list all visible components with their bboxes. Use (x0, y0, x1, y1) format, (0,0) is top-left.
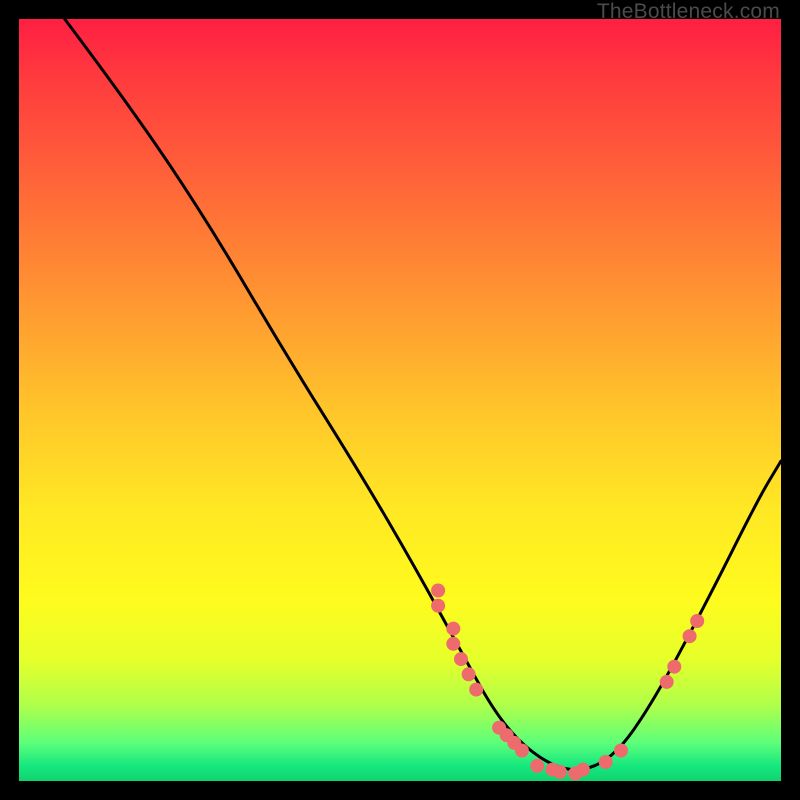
data-marker (446, 637, 460, 651)
data-marker (462, 667, 476, 681)
data-marker (614, 744, 628, 758)
bottleneck-curve (65, 19, 781, 770)
chart-svg (19, 19, 781, 781)
data-marker (530, 759, 544, 773)
data-marker (599, 755, 613, 769)
data-marker (576, 763, 590, 777)
data-marker (431, 584, 445, 598)
chart-area (19, 19, 781, 781)
data-marker (515, 744, 529, 758)
data-marker (446, 622, 460, 636)
data-markers (431, 584, 704, 781)
data-marker (660, 675, 674, 689)
data-marker (553, 765, 567, 779)
data-marker (667, 660, 681, 674)
data-marker (683, 629, 697, 643)
data-marker (431, 599, 445, 613)
data-marker (690, 614, 704, 628)
data-marker (469, 683, 483, 697)
data-marker (454, 652, 468, 666)
